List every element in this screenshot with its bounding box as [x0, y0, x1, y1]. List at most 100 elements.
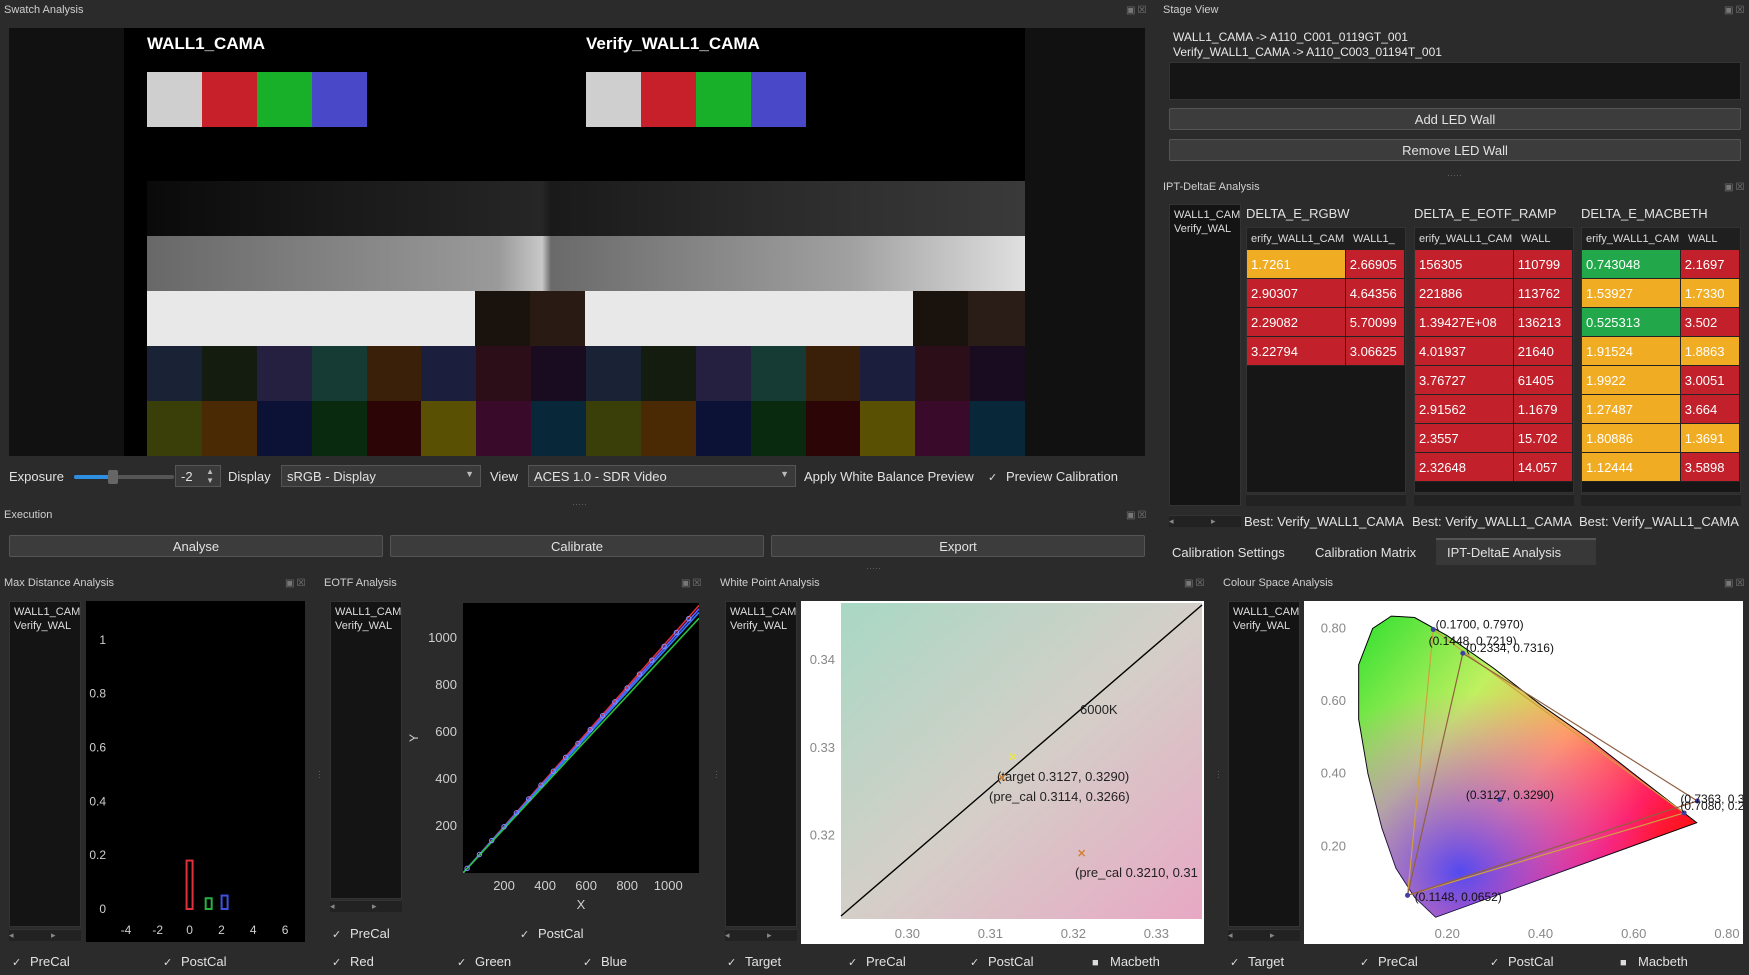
table-cell[interactable]: 2.66905	[1345, 250, 1405, 279]
list-item[interactable]: WALL1_CAM	[730, 605, 796, 619]
table-cell[interactable]: 156305	[1415, 250, 1514, 279]
table-cell[interactable]: 1.53927	[1582, 279, 1681, 308]
colourspace-postcal-checkbox[interactable]: ✓ PostCal	[1490, 954, 1554, 969]
list-item[interactable]: WALL1_CAM	[1233, 605, 1299, 619]
table-row[interactable]: 1.7261 2.66905	[1247, 250, 1405, 279]
whitepoint-window-buttons[interactable]: ▣☒	[1184, 578, 1206, 589]
eotf-postcal-checkbox[interactable]: ✓ PostCal	[520, 926, 584, 941]
table-scrollbar[interactable]	[1581, 494, 1741, 506]
table-cell[interactable]: 1.27487	[1582, 395, 1681, 424]
table-cell[interactable]: 21640	[1513, 337, 1573, 366]
table-cell[interactable]: 1.12444	[1582, 453, 1681, 482]
whitepoint-macbeth-checkbox[interactable]: ■ Macbeth	[1092, 954, 1160, 969]
view-select[interactable]: ACES 1.0 - SDR Video ▼	[528, 465, 796, 487]
column-header[interactable]: WALL1_	[1347, 233, 1399, 245]
table-row[interactable]: 2.3557 15.702	[1415, 424, 1573, 453]
tab-calibration-matrix[interactable]: Calibration Matrix	[1315, 545, 1416, 560]
remove-led-wall-button[interactable]: Remove LED Wall	[1169, 139, 1741, 161]
list-item[interactable]: WALL1_CAM	[14, 605, 80, 619]
table-cell[interactable]: 14.057	[1513, 453, 1573, 482]
colourspace-precal-checkbox[interactable]: ✓ PreCal	[1360, 954, 1418, 969]
colourspace-scrollbar[interactable]: ◂ ▸	[1228, 929, 1300, 941]
ipt-table[interactable]: erify_WALL1_CAM WALL1_ 1.7261 2.66905 2.9030…	[1246, 227, 1406, 493]
eotf-red-checkbox[interactable]: ✓ Red	[332, 954, 374, 969]
table-row[interactable]: 0.743048 2.1697	[1582, 250, 1740, 279]
eotf-window-buttons[interactable]: ▣☒	[681, 578, 703, 589]
table-cell[interactable]: 2.29082	[1247, 308, 1346, 337]
whitepoint-target-checkbox[interactable]: ✓ Target	[727, 954, 781, 969]
tab-ipt-deltae[interactable]: IPT-DeltaE Analysis	[1447, 545, 1561, 560]
table-row[interactable]: 1.91524 1.8863	[1582, 337, 1740, 366]
table-cell[interactable]: 4.64356	[1345, 279, 1405, 308]
table-row[interactable]: 1.53927 1.7330	[1582, 279, 1740, 308]
table-cell[interactable]: 1.39427E+08	[1415, 308, 1514, 337]
exposure-spinbox[interactable]: -2 ▲ ▼	[175, 465, 221, 487]
table-cell[interactable]: 2.32648	[1415, 453, 1514, 482]
list-item[interactable]: WALL1_CAM	[1174, 208, 1240, 222]
table-cell[interactable]: 1.3691	[1680, 424, 1740, 453]
table-cell[interactable]: 2.1697	[1680, 250, 1740, 279]
swatch-window-buttons[interactable]: ▣☒	[1126, 5, 1148, 16]
table-row[interactable]: 1.27487 3.664	[1582, 395, 1740, 424]
splitter-handle[interactable]: ·····	[1447, 170, 1462, 180]
table-cell[interactable]: 1.7330	[1680, 279, 1740, 308]
list-item[interactable]: Verify_WAL	[1233, 619, 1295, 633]
eotf-scrollbar[interactable]: ◂ ▸	[330, 900, 402, 912]
colourspace-wall-list[interactable]: WALL1_CAM Verify_WAL	[1228, 601, 1300, 927]
table-cell[interactable]: 61405	[1513, 366, 1573, 395]
table-row[interactable]: 2.90307 4.64356	[1247, 279, 1405, 308]
table-row[interactable]: 1.9922 3.0051	[1582, 366, 1740, 395]
export-button[interactable]: Export	[771, 535, 1145, 557]
splitter-handle[interactable]: ···	[1214, 770, 1224, 779]
whitepoint-precal-checkbox[interactable]: ✓ PreCal	[848, 954, 906, 969]
add-led-wall-button[interactable]: Add LED Wall	[1169, 108, 1741, 130]
execution-window-buttons[interactable]: ▣☒	[1126, 510, 1148, 521]
eotf-green-checkbox[interactable]: ✓ Green	[457, 954, 511, 969]
colourspace-target-checkbox[interactable]: ✓ Target	[1230, 954, 1284, 969]
table-cell[interactable]: 1.1679	[1513, 395, 1573, 424]
ipt-wall-list[interactable]: WALL1_CAM Verify_WAL	[1169, 204, 1241, 506]
tab-calibration-settings[interactable]: Calibration Settings	[1172, 545, 1285, 560]
preview-calibration-checkbox[interactable]: ✓ Preview Calibration	[988, 469, 1118, 484]
table-cell[interactable]: 2.3557	[1415, 424, 1514, 453]
column-header[interactable]: WALL	[1682, 233, 1734, 245]
table-cell[interactable]: 3.76727	[1415, 366, 1514, 395]
table-row[interactable]: 4.01937 21640	[1415, 337, 1573, 366]
analyse-button[interactable]: Analyse	[9, 535, 383, 557]
eotf-blue-checkbox[interactable]: ✓ Blue	[583, 954, 627, 969]
table-row[interactable]: 1.39427E+08 136213	[1415, 308, 1573, 337]
table-cell[interactable]: 2.91562	[1415, 395, 1514, 424]
table-cell[interactable]: 4.01937	[1415, 337, 1514, 366]
splitter-handle[interactable]: ···	[315, 770, 325, 779]
column-header[interactable]: erify_WALL1_CAM	[1582, 233, 1682, 245]
eotf-wall-list[interactable]: WALL1_CAM Verify_WAL	[330, 601, 402, 899]
table-cell[interactable]: 15.702	[1513, 424, 1573, 453]
ipt-window-buttons[interactable]: ▣☒	[1724, 182, 1746, 193]
maxdist-precal-checkbox[interactable]: ✓ PreCal	[12, 954, 70, 969]
column-header[interactable]: WALL	[1515, 233, 1567, 245]
exposure-slider-handle[interactable]	[108, 470, 118, 484]
stage-window-buttons[interactable]: ▣☒	[1724, 5, 1746, 16]
maxdist-wall-list[interactable]: WALL1_CAM Verify_WAL	[9, 601, 81, 927]
colourspace-macbeth-checkbox[interactable]: ■ Macbeth	[1620, 954, 1688, 969]
table-cell[interactable]: 3.06625	[1345, 337, 1405, 366]
table-cell[interactable]: 221886	[1415, 279, 1514, 308]
column-header[interactable]: erify_WALL1_CAM	[1247, 233, 1347, 245]
table-row[interactable]: 2.32648 14.057	[1415, 453, 1573, 482]
eotf-precal-checkbox[interactable]: ✓ PreCal	[332, 926, 390, 941]
table-row[interactable]: 3.22794 3.06625	[1247, 337, 1405, 366]
table-row[interactable]: 221886 113762	[1415, 279, 1573, 308]
table-scrollbar[interactable]	[1246, 494, 1406, 506]
maxdist-scrollbar[interactable]: ◂ ▸	[9, 929, 81, 941]
table-row[interactable]: 3.76727 61405	[1415, 366, 1573, 395]
table-cell[interactable]: 1.7261	[1247, 250, 1346, 279]
spin-arrows-icon[interactable]: ▲ ▼	[206, 467, 214, 485]
table-cell[interactable]: 0.525313	[1582, 308, 1681, 337]
list-item[interactable]: Verify_WAL	[14, 619, 76, 633]
splitter-handle[interactable]: ·····	[572, 499, 587, 509]
exposure-slider[interactable]	[74, 470, 174, 484]
table-cell[interactable]: 1.8863	[1680, 337, 1740, 366]
table-row[interactable]: 0.525313 3.502	[1582, 308, 1740, 337]
table-cell[interactable]: 1.9922	[1582, 366, 1681, 395]
column-header[interactable]: erify_WALL1_CAM	[1415, 233, 1515, 245]
